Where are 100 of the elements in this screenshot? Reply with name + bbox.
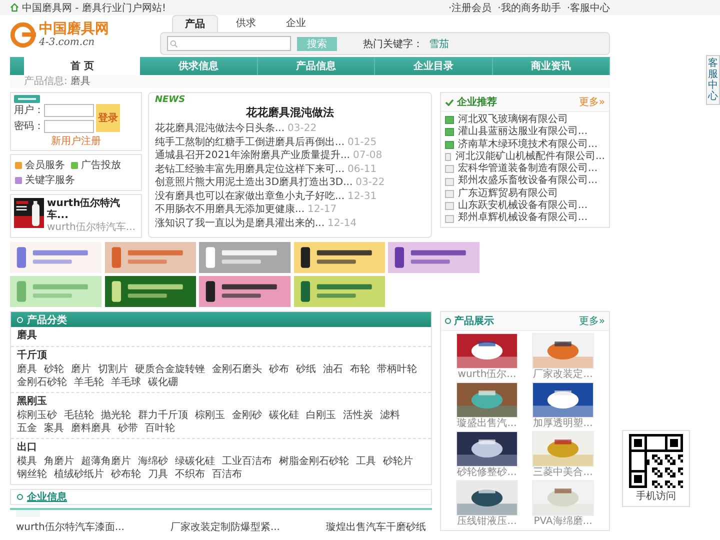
hot-keyword-link[interactable]: 雪茄	[429, 36, 449, 50]
category-link[interactable]: 棕刚玉	[195, 409, 225, 422]
more-link[interactable]: 更多»	[578, 314, 605, 328]
company-link[interactable]: 河北汉能矿山机械配件有限公司...	[455, 150, 605, 164]
category-title[interactable]: 出口	[17, 441, 425, 455]
top-link[interactable]: ·我的商务助手	[498, 0, 561, 14]
category-link[interactable]: 磨料磨具	[71, 422, 111, 435]
category-link[interactable]: 油石	[323, 363, 343, 376]
news-link[interactable]: 创意照片熊大用泥土造出3D磨具打造出3D...	[155, 176, 353, 190]
panel-title[interactable]: 企业信息	[27, 490, 67, 504]
category-link[interactable]: 羊毛轮	[74, 376, 104, 389]
company-link[interactable]: 山东跃安机械设备有限公司...	[458, 200, 588, 212]
category-link[interactable]: 布轮	[350, 363, 370, 376]
category-link[interactable]: 砂布	[269, 363, 289, 376]
category-link[interactable]: 金刚石磨头	[212, 363, 262, 376]
news-link[interactable]: 不用肠衣不用磨具无添加更健康...	[155, 203, 305, 216]
category-link[interactable]: 砂带	[118, 422, 138, 435]
category-title[interactable]: 黑刚玉	[17, 395, 425, 409]
company-link[interactable]: 郑州卓辉机械设备有限公司...	[458, 212, 588, 225]
user-input[interactable]	[44, 104, 94, 116]
category-link[interactable]: 棕刚玉砂	[17, 409, 57, 422]
category-link[interactable]: 带柄叶轮	[377, 363, 417, 376]
category-link[interactable]: 群力千斤顶	[138, 409, 188, 422]
news-link[interactable]: 老钻工经验丰富先用磨具定位这样下来可...	[155, 162, 345, 176]
top-link[interactable]: ·注册会员	[448, 0, 492, 14]
news-date: 01-25	[348, 136, 377, 149]
company-link[interactable]: 河北双飞玻璃钢有限公司	[458, 114, 568, 126]
category-link[interactable]: 植绒砂纸片	[54, 468, 104, 481]
company-info-link[interactable]: wurth伍尔特汽车漆面...	[16, 520, 124, 534]
category-link[interactable]: 海绵砂	[138, 455, 168, 468]
service-link[interactable]: 关键字服务	[15, 173, 75, 187]
category-link[interactable]: 砂布轮	[111, 468, 141, 481]
category-link[interactable]: 碳化硅	[269, 409, 299, 422]
search-icon	[170, 40, 178, 48]
category-link[interactable]: 毛毡轮	[64, 409, 94, 422]
category-link[interactable]: 硬质合金旋转锉	[135, 363, 205, 376]
company-link[interactable]: 郑州农盛乐畜牧设备有限公司...	[458, 175, 598, 188]
search-tab[interactable]: 企业	[274, 15, 318, 32]
category-link[interactable]: 刀具	[148, 468, 168, 481]
company-info-tab[interactable]	[16, 510, 40, 517]
company-link[interactable]: 济南草木绿环境技术有限公司...	[458, 138, 598, 151]
category-link[interactable]: 钢丝轮	[17, 468, 47, 481]
category-link[interactable]: 树脂金刚石砂轮	[279, 455, 349, 468]
category-link[interactable]: 砂纸	[296, 363, 316, 376]
company-info-link[interactable]: 璇煌出售汽车干磨砂纸	[326, 520, 426, 534]
category-link[interactable]: 超薄角磨片	[81, 455, 131, 468]
product-link[interactable]: 加厚透明塑...	[533, 418, 593, 430]
category-link[interactable]: 百叶轮	[145, 422, 175, 435]
search-tab[interactable]: 供求	[224, 15, 268, 32]
category-title[interactable]: 千斤顶	[17, 349, 425, 363]
category-link[interactable]: 碳化硼	[148, 376, 178, 389]
news-link[interactable]: 纯手工熬制的红糖手工倒进磨具后再倒出...	[155, 136, 345, 149]
product-link[interactable]: 三菱中美合...	[533, 467, 593, 479]
category-link[interactable]: 磨具	[17, 363, 37, 376]
service-link[interactable]: 广告投放	[71, 158, 121, 172]
password-input[interactable]	[44, 120, 94, 132]
category-link[interactable]: 金刚石砂轮	[17, 376, 67, 389]
news-link[interactable]: 没有磨具也可以在家做出章鱼小丸子好吃...	[155, 190, 345, 203]
nav-tab[interactable]: 首 页	[24, 57, 140, 75]
product-link[interactable]: 璇盛出售汽...	[457, 418, 517, 430]
category-link[interactable]: 不织布	[175, 468, 205, 481]
promo-title[interactable]: wurth伍尔特汽车...	[47, 198, 138, 222]
search-tab[interactable]: 产品	[172, 15, 218, 32]
product-link[interactable]: 压线钳液压...	[457, 516, 517, 528]
category-link[interactable]: 砂轮	[44, 363, 64, 376]
company-link[interactable]: 灌山县蓝丽达服业有限公司...	[458, 126, 588, 139]
breadcrumb-link[interactable]: 磨具	[70, 75, 90, 88]
top-link[interactable]: ·客服中心	[566, 0, 610, 14]
customer-service-tab[interactable]: 客服中心	[706, 55, 720, 105]
category-link[interactable]: 抛光轮	[101, 409, 131, 422]
category-link[interactable]: 磨片	[71, 363, 91, 376]
news-link[interactable]: 涨知识了我一直以为是磨具灌出来的...	[155, 216, 325, 230]
category-link[interactable]: 工具	[356, 455, 376, 468]
search-field[interactable]	[167, 36, 291, 51]
news-link[interactable]: 通城县召开2021年涂附磨具产业质量提升...	[155, 149, 350, 162]
category-link[interactable]: 切割片	[98, 363, 128, 376]
category-link[interactable]: 角磨片	[44, 455, 74, 468]
category-link[interactable]: 滤料	[380, 409, 400, 422]
company-link[interactable]: 宏科华管道装备制造有限公司...	[458, 163, 598, 176]
category-title[interactable]: 磨具	[17, 329, 425, 343]
category-link[interactable]: 五金	[17, 422, 37, 435]
headline-link[interactable]: 花花磨具混沌做法	[246, 105, 334, 120]
category-link[interactable]: 百洁布	[212, 468, 242, 481]
category-link[interactable]: 白刚玉	[306, 409, 336, 422]
company-link[interactable]: 广东迈辉贸易有限公司	[458, 188, 558, 200]
product-link[interactable]: 厂家改装定...	[533, 369, 593, 381]
category-link[interactable]: 砂轮片	[383, 455, 413, 468]
category-link[interactable]: 绿碳化硅	[175, 455, 215, 468]
category-link[interactable]: 金刚砂	[232, 409, 262, 422]
category-link[interactable]: 案具	[44, 422, 64, 435]
category-link[interactable]: 羊毛球	[111, 376, 141, 389]
category-link[interactable]: 活性炭	[343, 409, 373, 422]
category-link[interactable]: 模具	[17, 455, 37, 468]
company-info-link[interactable]: 厂家改装定制防爆型紧...	[170, 520, 280, 534]
service-link[interactable]: 会员服务	[15, 158, 65, 172]
product-link[interactable]: 砂轮修整砂...	[457, 467, 517, 479]
product-link[interactable]: wurth伍尔...	[458, 369, 516, 381]
news-link[interactable]: 花花磨具混沌做法今日头条...	[155, 122, 285, 136]
category-link[interactable]: 工业百洁布	[222, 455, 272, 468]
product-link[interactable]: PVA海绵磨...	[534, 516, 592, 528]
